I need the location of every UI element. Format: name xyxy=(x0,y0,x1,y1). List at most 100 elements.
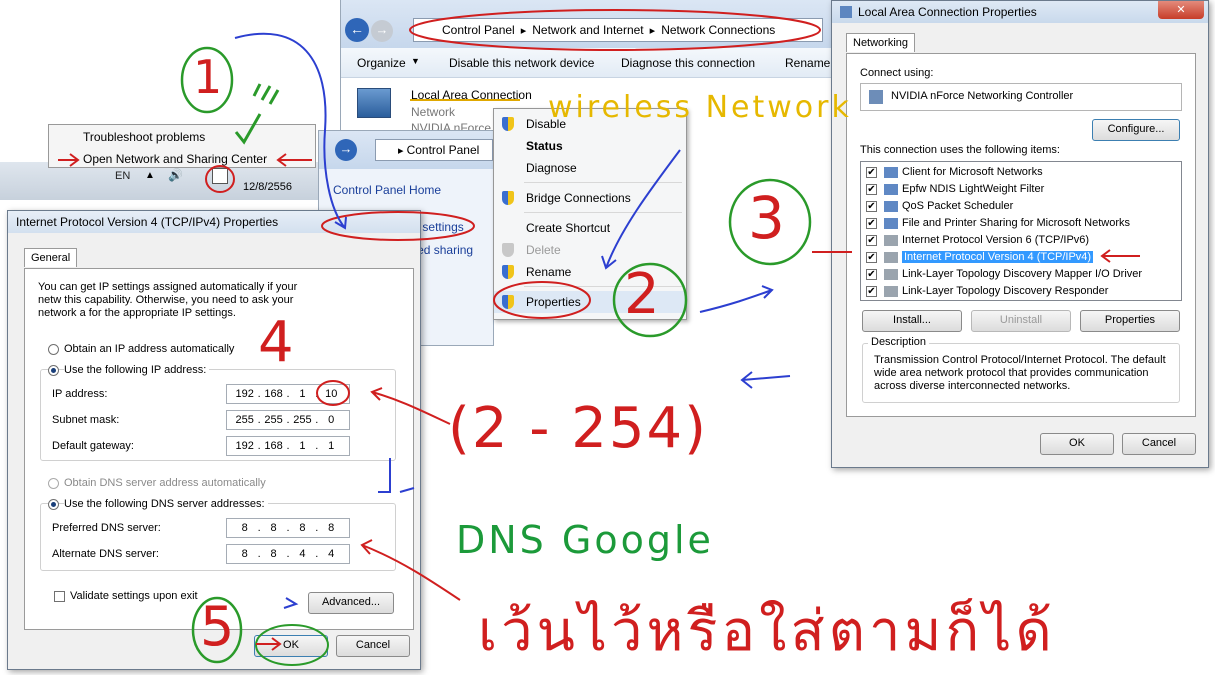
protocol-icon xyxy=(884,184,898,195)
advanced-button[interactable]: Advanced... xyxy=(308,592,394,614)
ipv4-ok-button[interactable]: OK xyxy=(254,635,328,657)
use-ip-radio[interactable] xyxy=(48,365,59,376)
lac-cancel-button[interactable]: Cancel xyxy=(1122,433,1196,455)
toolbar-rename[interactable]: Rename xyxy=(785,56,830,70)
menu-create-shortcut[interactable]: Create Shortcut xyxy=(494,217,686,239)
uninstall-button[interactable]: Uninstall xyxy=(971,310,1071,332)
cp-address[interactable]: ▸ Control Panel xyxy=(375,139,493,161)
gateway-field[interactable]: 192. 168. 1. 1 xyxy=(226,436,350,456)
obtain-ip-auto-radio[interactable] xyxy=(48,344,59,355)
tray-menu: Troubleshoot problems Open Network and S… xyxy=(48,124,316,168)
lac-ok-button[interactable]: OK xyxy=(1040,433,1114,455)
item-row[interactable]: ✔ Link-Layer Topology Discovery Mapper I/… xyxy=(862,266,1178,283)
item-row[interactable]: ✔ QoS Packet Scheduler xyxy=(862,198,1178,215)
use-dns-radio[interactable] xyxy=(48,499,59,510)
item-checkbox[interactable]: ✔ xyxy=(866,218,877,229)
forward-button-icon[interactable]: → xyxy=(371,20,393,42)
arrow-blue-4 xyxy=(740,371,791,389)
protocol-icon xyxy=(884,201,898,212)
menu-status[interactable]: Status xyxy=(494,135,686,157)
tray-menu-troubleshoot[interactable]: Troubleshoot problems xyxy=(83,130,205,144)
validate-label[interactable]: Validate settings upon exit xyxy=(70,590,198,602)
obtain-ip-auto-label[interactable]: Obtain an IP address automatically xyxy=(64,343,234,355)
address-bar[interactable]: Control Panel ▸ Network and Internet ▸ N… xyxy=(413,18,823,42)
menu-delete[interactable]: Delete xyxy=(494,239,686,261)
protocol-icon xyxy=(884,218,898,229)
menu-diagnose[interactable]: Diagnose xyxy=(494,157,686,179)
use-dns-label[interactable]: Use the following DNS server addresses: xyxy=(64,498,268,510)
protocol-icon xyxy=(884,286,898,297)
annotation-5: 5 xyxy=(200,595,235,658)
item-row[interactable]: ✔ Client for Microsoft Networks xyxy=(862,164,1178,181)
ipv4-cancel-button[interactable]: Cancel xyxy=(336,635,410,657)
item-label: Epfw NDIS LightWeight Filter xyxy=(902,183,1045,195)
close-icon[interactable]: ✕ xyxy=(1158,1,1204,19)
adapter-icon[interactable] xyxy=(357,88,391,118)
item-checkbox[interactable]: ✔ xyxy=(866,252,877,263)
subnet-mask-label: Subnet mask: xyxy=(52,414,120,426)
item-row[interactable]: ✔ Internet Protocol Version 6 (TCP/IPv6) xyxy=(862,232,1178,249)
tray-chevron-icon[interactable]: ▲ xyxy=(145,170,155,181)
breadcrumb-sep-icon: ▸ xyxy=(398,145,407,157)
network-tray-icon[interactable] xyxy=(212,168,228,184)
lac-tab-networking[interactable]: Networking xyxy=(846,33,916,52)
toolbar-dropdown-icon[interactable]: ▼ xyxy=(411,56,420,66)
item-checkbox[interactable]: ✔ xyxy=(866,184,877,195)
cp-back-icon[interactable]: → xyxy=(335,139,357,161)
preferred-dns-field[interactable]: 8.8.8.8 xyxy=(226,518,350,538)
gateway-label: Default gateway: xyxy=(52,440,134,452)
protocol-icon xyxy=(884,269,898,280)
item-checkbox[interactable]: ✔ xyxy=(866,286,877,297)
toolbar-organize[interactable]: Organize xyxy=(357,56,406,70)
taskbar-date[interactable]: 12/8/2556 xyxy=(243,181,292,193)
shield-icon xyxy=(502,191,514,205)
annotation-wireless: wireless Network xyxy=(548,90,852,125)
breadcrumb-network-internet[interactable]: Network and Internet xyxy=(532,23,643,37)
shield-icon xyxy=(502,295,514,309)
item-checkbox[interactable]: ✔ xyxy=(866,201,877,212)
item-checkbox[interactable]: ✔ xyxy=(866,167,877,178)
tray-menu-open-sharing-center[interactable]: Open Network and Sharing Center xyxy=(83,152,267,166)
obtain-dns-auto-label[interactable]: Obtain DNS server address automatically xyxy=(64,477,266,489)
alternate-dns-label: Alternate DNS server: xyxy=(52,548,159,560)
lac-title: Local Area Connection Properties xyxy=(858,5,1037,19)
taskbar-lang[interactable]: EN xyxy=(115,170,130,182)
annotation-range: (2 - 254) xyxy=(448,396,709,461)
shield-icon xyxy=(502,117,514,131)
item-row[interactable]: ✔ Epfw NDIS LightWeight Filter xyxy=(862,181,1178,198)
item-label: Client for Microsoft Networks xyxy=(902,166,1043,178)
obtain-dns-auto-radio[interactable] xyxy=(48,478,59,489)
toolbar-diagnose[interactable]: Diagnose this connection xyxy=(621,56,755,70)
item-checkbox[interactable]: ✔ xyxy=(866,269,877,280)
use-ip-label[interactable]: Use the following IP address: xyxy=(64,364,210,376)
configure-button[interactable]: Configure... xyxy=(1092,119,1180,141)
connect-using-label: Connect using: xyxy=(860,67,934,79)
annotation-2: 2 xyxy=(624,262,660,327)
breadcrumb-control-panel[interactable]: Control Panel xyxy=(442,23,515,37)
alternate-dns-field[interactable]: 8.8.4.4 xyxy=(226,544,350,564)
toolbar-disable[interactable]: Disable this network device xyxy=(449,56,594,70)
item-checkbox[interactable]: ✔ xyxy=(866,235,877,246)
item-properties-button[interactable]: Properties xyxy=(1080,310,1180,332)
volume-icon[interactable]: 🔊 xyxy=(168,168,183,182)
item-row[interactable]: ✔ Link-Layer Topology Discovery Responder xyxy=(862,283,1178,300)
ipv4-tab-general[interactable]: General xyxy=(24,248,78,267)
subnet-mask-field[interactable]: 255. 255. 255. 0 xyxy=(226,410,350,430)
annotation-3: 3 xyxy=(748,184,785,252)
cp-home-link[interactable]: Control Panel Home xyxy=(333,183,441,197)
menu-bridge[interactable]: Bridge Connections xyxy=(494,187,686,209)
install-button[interactable]: Install... xyxy=(862,310,962,332)
breadcrumb-network-connections[interactable]: Network Connections xyxy=(661,23,775,37)
back-button-icon[interactable]: ← xyxy=(345,18,369,42)
item-row[interactable]: ✔ Internet Protocol Version 4 (TCP/IPv4) xyxy=(862,249,1178,266)
ip-address-field[interactable]: 192. 168. 1. 10 xyxy=(226,384,350,404)
validate-checkbox[interactable] xyxy=(54,591,65,602)
protocol-icon xyxy=(884,235,898,246)
shield-icon xyxy=(502,265,514,279)
network-icon xyxy=(840,6,852,18)
adapter-name[interactable]: Local Area Connection xyxy=(411,88,532,102)
item-row[interactable]: ✔ File and Printer Sharing for Microsoft … xyxy=(862,215,1178,232)
adapter-field: NVIDIA nForce Networking Controller xyxy=(860,83,1182,111)
breadcrumb-sep-icon: ▸ xyxy=(520,24,527,37)
cp-breadcrumb[interactable]: Control Panel xyxy=(407,143,480,157)
